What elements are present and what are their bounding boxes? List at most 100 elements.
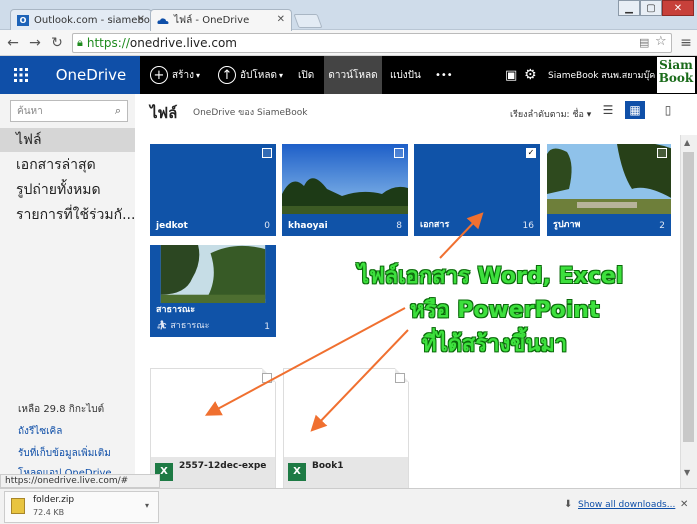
- folder-tile[interactable]: รูปภาพ 2: [547, 144, 671, 236]
- chat-icon[interactable]: ▣: [505, 56, 517, 94]
- download-file-size: 72.4 KB: [33, 508, 65, 517]
- url-host: onedrive.live.com: [129, 36, 237, 50]
- scrollbar-thumb[interactable]: [683, 152, 694, 442]
- upload-button[interactable]: ↑ อัปโหลด ▾: [218, 56, 283, 94]
- address-bar[interactable]: 🔒︎ https://onedrive.live.com ▤ ☆: [72, 33, 672, 53]
- siamebook-logo: Siam Book: [657, 57, 695, 93]
- app-launcher-icon[interactable]: [0, 56, 42, 94]
- checkbox[interactable]: [395, 373, 405, 383]
- scroll-down-icon[interactable]: ▼: [684, 468, 690, 477]
- upload-icon: ↑: [218, 66, 236, 84]
- folder-count: 16: [522, 221, 534, 231]
- close-icon[interactable]: ✕: [680, 499, 688, 510]
- open-button[interactable]: เปิด: [298, 56, 314, 94]
- window-close-button[interactable]: ✕: [662, 0, 694, 16]
- url-scheme: https://: [86, 36, 130, 50]
- download-button[interactable]: ดาวน์โหลด: [324, 56, 382, 94]
- folder-count: 2: [659, 221, 665, 231]
- tab-onedrive[interactable]: ไฟล์ - OneDrive ✕: [150, 9, 292, 31]
- sort-dropdown[interactable]: เรียงลำดับตาม: ชื่อ ▾: [510, 107, 591, 121]
- sidebar-item-files[interactable]: ไฟล์: [0, 128, 135, 152]
- more-button[interactable]: •••: [435, 56, 453, 94]
- details-pane-icon[interactable]: ▯: [658, 101, 678, 119]
- reload-icon[interactable]: ↻: [48, 34, 66, 52]
- lock-icon: 🔒︎: [77, 36, 83, 49]
- star-icon[interactable]: ☆: [655, 34, 667, 49]
- download-arrow-icon: ⬇: [564, 499, 573, 510]
- menu-icon[interactable]: ≡: [677, 34, 695, 52]
- zip-file-icon: [11, 498, 25, 514]
- folder-tile[interactable]: ✓ เอกสาร 16: [414, 144, 540, 236]
- plus-icon: +: [150, 66, 168, 84]
- user-name[interactable]: SiameBook สนพ.สยามบุ๊ค: [548, 56, 655, 94]
- page-subtitle: OneDrive ของ SiameBook: [193, 108, 308, 118]
- create-button[interactable]: + สร้าง ▾: [150, 56, 200, 94]
- back-icon[interactable]: ←: [4, 34, 22, 52]
- brand-title[interactable]: OneDrive: [42, 56, 140, 94]
- folder-count: 0: [264, 221, 270, 231]
- outlook-icon: O: [17, 15, 29, 26]
- tiles-view-icon[interactable]: ▦: [625, 101, 645, 119]
- checkbox-checked[interactable]: ✓: [526, 148, 536, 158]
- tab-title: ไฟล์ - OneDrive: [174, 15, 250, 26]
- file-tile[interactable]: X 2557-12dec-expe: [150, 368, 276, 489]
- show-all-downloads-link[interactable]: Show all downloads...: [578, 500, 675, 510]
- folder-tile[interactable]: jedkot 0: [150, 144, 276, 236]
- sidebar-item-shared[interactable]: รายการที่ใช้ร่วมกั...: [0, 203, 135, 227]
- checkbox[interactable]: [262, 373, 272, 383]
- close-icon[interactable]: ✕: [137, 14, 145, 25]
- chevron-down-icon: ▾: [195, 70, 200, 80]
- folder-name: เอกสาร: [420, 220, 450, 230]
- maximize-button[interactable]: ▢: [640, 0, 662, 16]
- browser-toolbar: ← → ↻ 🔒︎ https://onedrive.live.com ▤ ☆ ≡: [0, 30, 697, 56]
- file-preview: [151, 369, 275, 457]
- minimize-button[interactable]: ▁: [618, 0, 640, 16]
- sidebar-item-recent[interactable]: เอกสารล่าสุด: [0, 153, 135, 177]
- people-icon: ⛹︎: [156, 321, 168, 331]
- folder-tile[interactable]: khaoyai 8: [282, 144, 408, 236]
- sidebar-item-photos[interactable]: รูปถ่ายทั้งหมด: [0, 178, 135, 202]
- search-input[interactable]: ค้นหา ⌕: [10, 100, 128, 122]
- folder-tile[interactable]: สาธารณะ ⛹︎ สาธารณะ 1: [150, 245, 276, 337]
- download-item[interactable]: folder.zip 72.4 KB ▾: [4, 491, 159, 523]
- file-preview: [284, 369, 408, 457]
- new-tab-button[interactable]: [293, 14, 323, 28]
- download-file-name: folder.zip: [33, 495, 75, 505]
- page-icon[interactable]: ▤: [639, 36, 649, 49]
- gear-icon[interactable]: ⚙: [524, 56, 537, 94]
- page-title: ไฟล์: [150, 104, 178, 122]
- folder-name: รูปภาพ: [553, 220, 581, 230]
- file-name: 2557-12dec-expe: [179, 461, 267, 471]
- get-more-storage-link[interactable]: รับที่เก็บข้อมูลเพิ่มเติม: [18, 446, 111, 461]
- checkbox[interactable]: [394, 148, 404, 158]
- checkbox[interactable]: [657, 148, 667, 158]
- forward-icon[interactable]: →: [26, 34, 44, 52]
- scroll-up-icon[interactable]: ▲: [684, 138, 690, 147]
- shared-label: ⛹︎ สาธารณะ: [156, 321, 210, 331]
- download-shelf: folder.zip 72.4 KB ▾ ⬇ Show all download…: [0, 488, 697, 524]
- list-view-icon[interactable]: ☰: [598, 101, 618, 119]
- recycle-bin-link[interactable]: ถังรีไซเคิล: [18, 424, 62, 439]
- folder-photo: [282, 144, 408, 214]
- share-button[interactable]: แบ่งปัน: [390, 56, 421, 94]
- chevron-down-icon[interactable]: ▾: [145, 501, 149, 510]
- file-name: Book1: [312, 461, 344, 471]
- folder-name: jedkot: [156, 221, 188, 231]
- file-tile[interactable]: X Book1: [283, 368, 409, 489]
- search-icon[interactable]: ⌕: [115, 104, 121, 118]
- folder-name: khaoyai: [288, 221, 328, 231]
- storage-remaining: เหลือ 29.8 กิกะไบต์: [18, 404, 105, 415]
- excel-icon: X: [288, 463, 306, 481]
- folder-photo: [160, 245, 266, 303]
- browser-titlebar: O Outlook.com - siameboo ✕ ไฟล์ - OneDri…: [0, 0, 697, 31]
- close-icon[interactable]: ✕: [277, 14, 285, 25]
- checkbox[interactable]: [262, 148, 272, 158]
- tab-outlook[interactable]: O Outlook.com - siameboo ✕: [10, 9, 152, 31]
- waffle-icon: [14, 68, 28, 82]
- onedrive-icon: [157, 18, 169, 24]
- sidebar: ค้นหา ⌕ ไฟล์ เอกสารล่าสุด รูปถ่ายทั้งหมด…: [0, 94, 135, 488]
- annotation-line-1: ไฟล์เอกสาร Word, Excel: [358, 264, 624, 289]
- search-placeholder: ค้นหา: [17, 105, 43, 117]
- folder-count: 1: [264, 322, 270, 332]
- tab-title: Outlook.com - siameboo: [34, 15, 152, 26]
